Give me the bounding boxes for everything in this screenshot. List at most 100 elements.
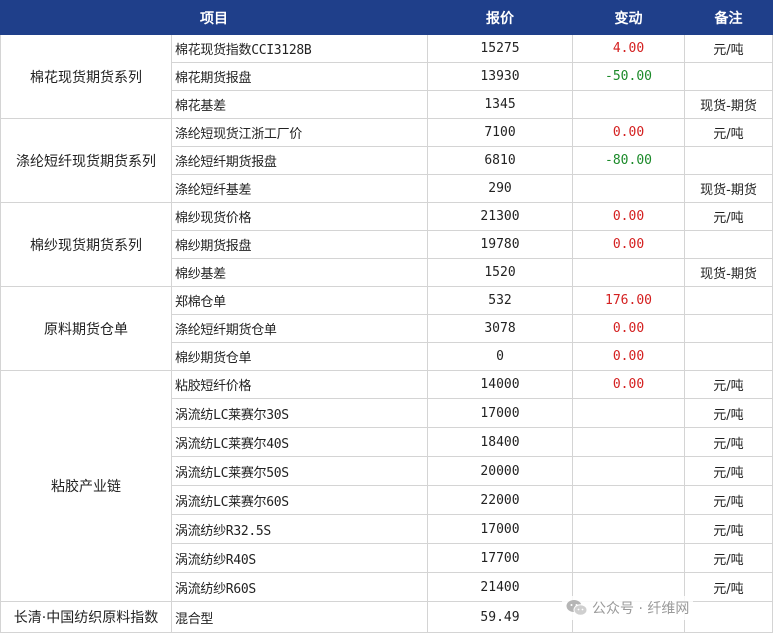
price-cell: 532 — [427, 286, 573, 315]
note-cell: 元/吨 — [684, 118, 773, 147]
change-cell — [572, 427, 685, 457]
change-cell: 176.00 — [572, 286, 685, 315]
note-cell: 现货-期货 — [684, 90, 773, 119]
price-cell: 6810 — [427, 146, 573, 175]
table-row: 原料期货仓单 郑棉仓单 532 176.00 — [0, 286, 773, 371]
change-cell: 0.00 — [572, 342, 685, 371]
price-cell: 17700 — [427, 543, 573, 573]
change-cell — [572, 174, 685, 203]
price-cell: 19780 — [427, 230, 573, 259]
item-cell: 棉花基差 — [171, 90, 428, 119]
price-cell: 18400 — [427, 427, 573, 457]
item-cell: 粘胶短纤价格 — [171, 370, 428, 399]
item-cell: 棉纱基差 — [171, 258, 428, 287]
note-cell — [684, 146, 773, 175]
price-cell: 15275 — [427, 34, 573, 63]
watermark-text: 公众号 · 纤维网 — [592, 601, 690, 617]
note-cell: 现货-期货 — [684, 174, 773, 203]
price-cell: 3078 — [427, 314, 573, 343]
item-cell: 郑棉仓单 — [171, 286, 428, 315]
note-cell: 元/吨 — [684, 543, 773, 573]
table-header-row: 项目 报价 变动 备注 — [0, 0, 773, 35]
price-cell: 14000 — [427, 370, 573, 399]
note-cell — [684, 62, 773, 91]
change-cell — [572, 514, 685, 544]
change-cell: 0.00 — [572, 118, 685, 147]
item-cell: 棉纱期货仓单 — [171, 342, 428, 371]
index-note-cell — [684, 601, 773, 633]
note-cell — [684, 286, 773, 315]
change-cell: 0.00 — [572, 202, 685, 231]
item-cell: 棉花期货报盘 — [171, 62, 428, 91]
note-cell — [684, 314, 773, 343]
table-row: 棉纱现货期货系列 棉纱现货价格 21300 0.00 元/吨 — [0, 202, 773, 287]
header-item: 项目 — [0, 0, 428, 35]
index-name-cell: 长清·中国纺织原料指数 — [0, 601, 172, 633]
price-cell: 20000 — [427, 456, 573, 486]
index-value-cell: 59.49 — [427, 601, 573, 633]
change-cell — [572, 485, 685, 515]
note-cell: 元/吨 — [684, 572, 773, 602]
note-cell: 元/吨 — [684, 427, 773, 457]
change-cell: 0.00 — [572, 370, 685, 399]
change-cell: 0.00 — [572, 230, 685, 259]
group-label: 涤纶短纤现货期货系列 — [0, 118, 172, 203]
price-cell: 21300 — [427, 202, 573, 231]
note-cell — [684, 230, 773, 259]
wechat-icon — [566, 600, 588, 616]
change-cell — [572, 398, 685, 428]
price-cell: 17000 — [427, 514, 573, 544]
change-cell: -80.00 — [572, 146, 685, 175]
item-cell: 棉纱现货价格 — [171, 202, 428, 231]
table-row: 棉花现货期货系列 棉花现货指数CCI3128B 15275 4.00 元/吨 — [0, 34, 773, 119]
price-cell: 21400 — [427, 572, 573, 602]
note-cell — [684, 342, 773, 371]
group-label: 粘胶产业链 — [0, 370, 172, 602]
price-cell: 13930 — [427, 62, 573, 91]
note-cell: 元/吨 — [684, 485, 773, 515]
price-cell: 7100 — [427, 118, 573, 147]
note-cell: 元/吨 — [684, 514, 773, 544]
note-cell: 元/吨 — [684, 34, 773, 63]
header-change: 变动 — [572, 0, 685, 35]
price-cell: 290 — [427, 174, 573, 203]
item-cell: 涡流纺纱R40S — [171, 543, 428, 573]
item-cell: 涤纶短纤期货仓单 — [171, 314, 428, 343]
change-cell — [572, 456, 685, 486]
item-cell: 涤纶短纤基差 — [171, 174, 428, 203]
price-table: 项目 报价 变动 备注 棉花现货期货系列 棉花现货指数CCI3128B 15275 4… — [0, 0, 773, 633]
group-label: 棉纱现货期货系列 — [0, 202, 172, 287]
table-body: 棉花现货期货系列 棉花现货指数CCI3128B 15275 4.00 元/吨 棉花期货报盘… — [0, 34, 773, 633]
item-cell: 涤纶短纤期货报盘 — [171, 146, 428, 175]
group-label: 原料期货仓单 — [0, 286, 172, 371]
change-cell: 0.00 — [572, 314, 685, 343]
item-cell: 涡流纺LC莱赛尔50S — [171, 456, 428, 486]
note-cell: 元/吨 — [684, 456, 773, 486]
price-cell: 1520 — [427, 258, 573, 287]
note-cell: 现货-期货 — [684, 258, 773, 287]
note-cell: 元/吨 — [684, 202, 773, 231]
table-row: 涤纶短纤现货期货系列 涤纶短现货江浙工厂价 7100 0.00 元/吨 — [0, 118, 773, 203]
change-cell — [572, 258, 685, 287]
item-cell: 涡流纺LC莱赛尔60S — [171, 485, 428, 515]
change-cell — [572, 543, 685, 573]
watermark: 公众号 · 纤维网 — [562, 596, 694, 620]
change-cell: 4.00 — [572, 34, 685, 63]
note-cell: 元/吨 — [684, 398, 773, 428]
price-cell: 0 — [427, 342, 573, 371]
change-cell: -50.00 — [572, 62, 685, 91]
index-type-cell: 混合型 — [171, 601, 428, 633]
table-row: 粘胶产业链 粘胶短纤价格 14000 0.00 元/吨 — [0, 370, 773, 602]
change-cell — [572, 90, 685, 119]
item-cell: 涡流纺LC莱赛尔30S — [171, 398, 428, 428]
price-cell: 22000 — [427, 485, 573, 515]
header-note: 备注 — [684, 0, 773, 35]
item-cell: 棉纱期货报盘 — [171, 230, 428, 259]
price-cell: 1345 — [427, 90, 573, 119]
item-cell: 涡流纺纱R32.5S — [171, 514, 428, 544]
item-cell: 棉花现货指数CCI3128B — [171, 34, 428, 63]
item-cell: 涤纶短现货江浙工厂价 — [171, 118, 428, 147]
group-label: 棉花现货期货系列 — [0, 34, 172, 119]
item-cell: 涡流纺纱R60S — [171, 572, 428, 602]
item-cell: 涡流纺LC莱赛尔40S — [171, 427, 428, 457]
